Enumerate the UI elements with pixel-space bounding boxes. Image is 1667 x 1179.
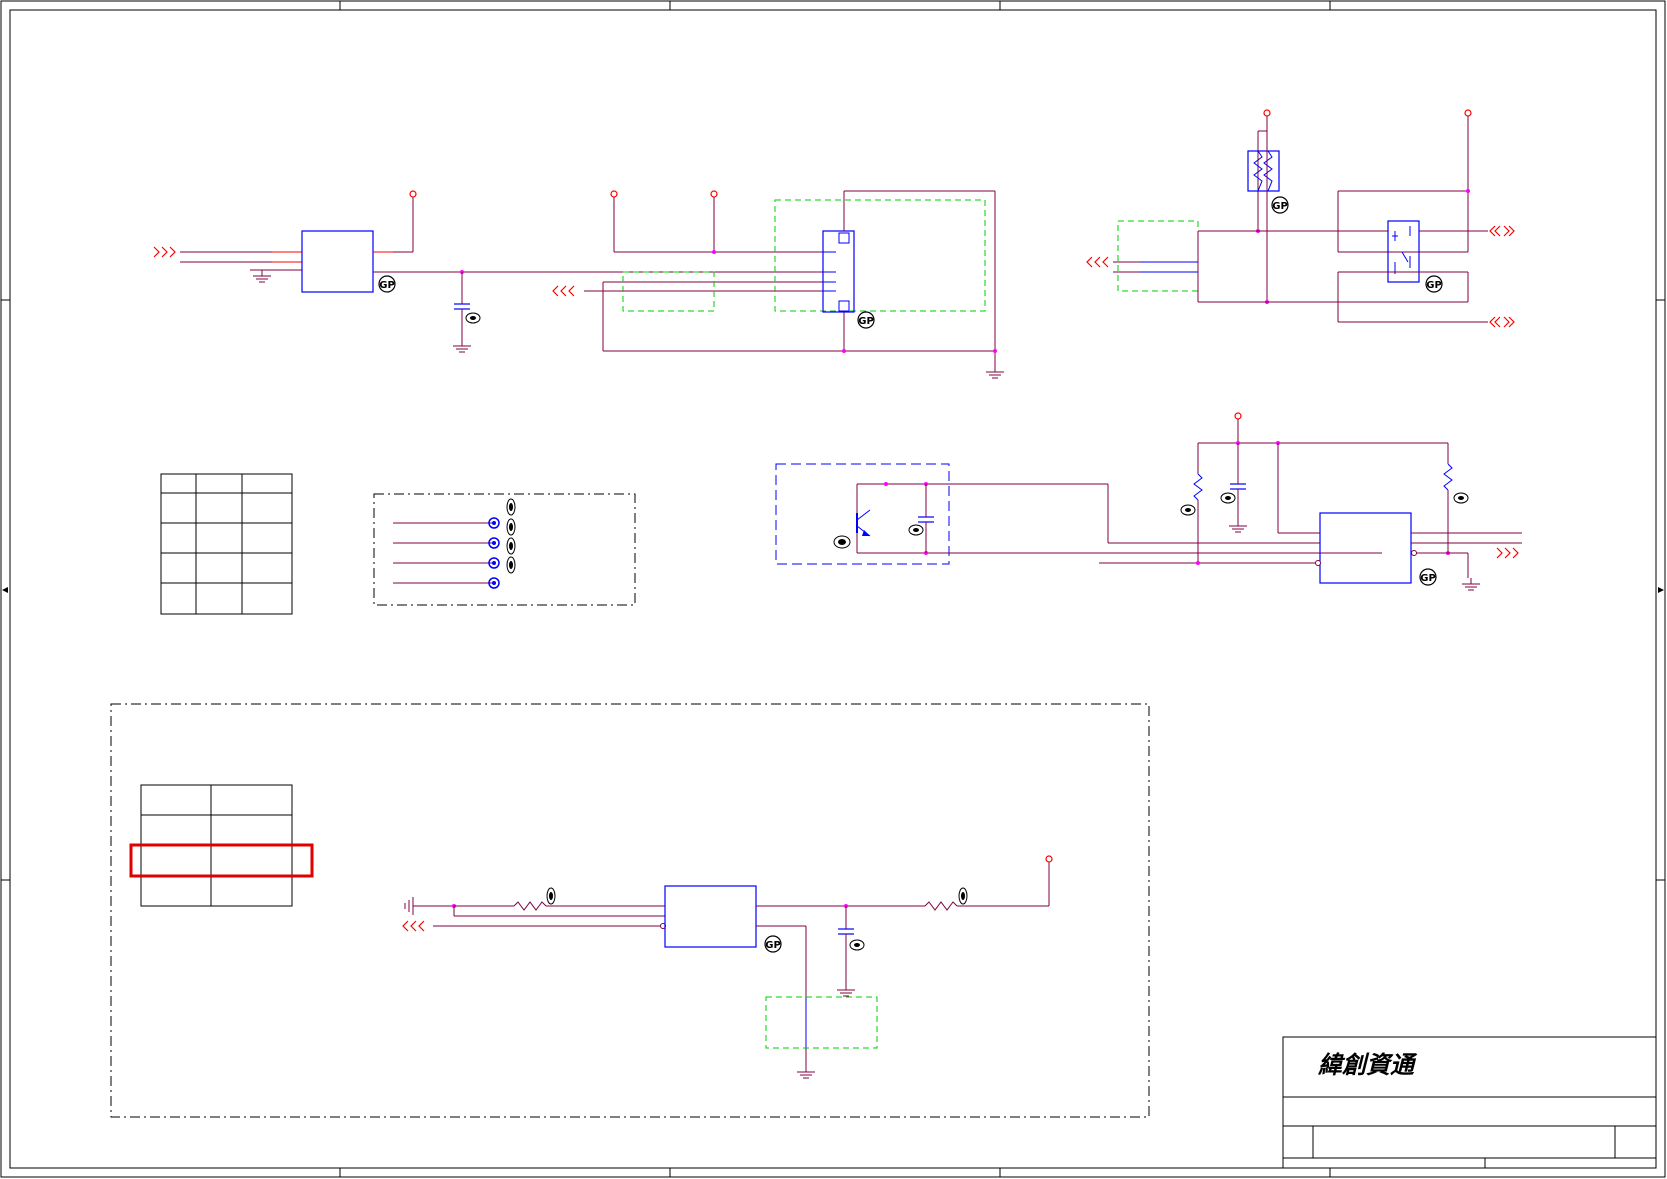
company-name: 緯創資通 [1317, 1050, 1418, 1079]
title-block: 緯創資通 [1282, 1036, 1657, 1169]
gp-badge-icon [378, 275, 396, 293]
load-switch-block [1086, 109, 1515, 328]
power-pin-icon [1263, 109, 1271, 117]
ground-icon [404, 897, 454, 915]
gp-badge-icon [1419, 568, 1437, 586]
regulator-ic [301, 230, 374, 293]
ground-icon [452, 339, 472, 353]
gp-badge-icon [1425, 275, 1443, 293]
schematic-sheet: GP [0, 0, 1666, 1178]
transistor-block [775, 463, 1382, 565]
connector-block [552, 190, 1005, 379]
offpage-connector-icon [552, 285, 575, 297]
gp-badge-icon [764, 935, 782, 953]
sensor-ic [664, 885, 757, 948]
offpage-connector-icon [1496, 547, 1519, 559]
test-point-block [373, 493, 636, 606]
offpage-connector-icon [1086, 256, 1109, 268]
no-stuff-box [1117, 220, 1199, 292]
no-stuff-box [765, 996, 878, 1049]
reset-ic [1319, 512, 1412, 584]
optional-block [110, 703, 1150, 1118]
gp-badge-icon [857, 311, 875, 329]
ground-icon [836, 983, 856, 997]
offpage-connector-icon [1489, 225, 1515, 237]
no-stuff-box [774, 199, 986, 312]
reset-ic-block [1099, 412, 1522, 591]
power-pin-icon [610, 190, 618, 198]
offpage-connector-icon [1489, 316, 1515, 328]
ground-icon [252, 269, 272, 283]
offpage-connector-icon [153, 246, 176, 258]
ground-icon [985, 365, 1005, 379]
sheet-border [0, 0, 1666, 1178]
ground-icon [796, 1065, 816, 1079]
ground-icon [1228, 519, 1248, 533]
power-pin-icon [1464, 109, 1472, 117]
strap-table [160, 473, 293, 615]
fuse-symbol [1247, 150, 1280, 192]
power-pin-icon [1234, 412, 1242, 420]
gp-badge-icon [1271, 196, 1289, 214]
input-regulator-block [153, 190, 823, 353]
power-pin-icon [710, 190, 718, 198]
ground-icon [1461, 577, 1481, 591]
highlight-box [129, 843, 314, 878]
power-pin-icon [409, 190, 417, 198]
power-pin-icon [1045, 855, 1053, 863]
offpage-connector-icon [402, 920, 425, 932]
